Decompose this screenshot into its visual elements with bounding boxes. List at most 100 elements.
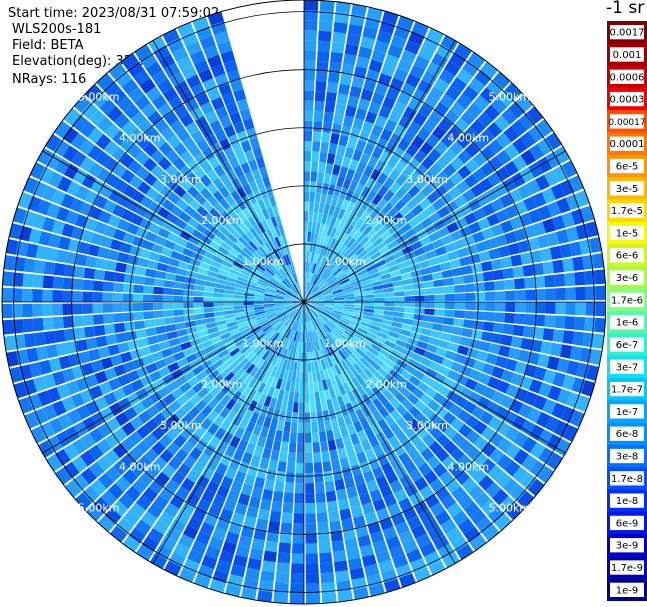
- range-gate: [504, 312, 516, 324]
- range-gate: [115, 332, 128, 344]
- range-gate: [163, 302, 174, 310]
- range-gate: [430, 330, 442, 339]
- range-gate: [336, 93, 349, 106]
- range-gate: [594, 269, 606, 285]
- range-gate: [83, 267, 96, 280]
- range-gate: [478, 340, 491, 352]
- range-gate: [174, 274, 186, 283]
- range-gate: [305, 503, 316, 514]
- range-gate: [43, 261, 56, 275]
- range-gate: [384, 302, 395, 307]
- range-gate: [320, 141, 330, 153]
- range-gate: [163, 316, 175, 325]
- range-gate: [113, 322, 126, 333]
- range-gate: [305, 523, 317, 534]
- range-gate: [103, 313, 114, 324]
- range-gate: [297, 422, 304, 433]
- range-gate: [103, 270, 116, 282]
- range-gate: [473, 320, 485, 331]
- range-gate: [333, 113, 344, 125]
- range-gate: [127, 339, 140, 351]
- range-gate: [22, 318, 34, 333]
- range-gate: [439, 261, 452, 271]
- range-gate: [93, 269, 106, 281]
- range-gate: [505, 290, 516, 301]
- range-gate: [136, 257, 149, 268]
- range-gate: [491, 332, 503, 345]
- range-gate: [364, 294, 375, 299]
- range-gate: [305, 513, 316, 524]
- range-gate: [286, 462, 296, 473]
- polar-ppi-plot: 1.00km 1.00km 1.00km 1.00km 2.00km 2.00km 2.00…: [1, 0, 606, 605]
- range-gate: [135, 266, 147, 276]
- range-gate: [510, 336, 523, 349]
- range-gate: [274, 429, 283, 442]
- range-gate: [73, 266, 86, 279]
- colorbar-tick-label: 1.7e-7: [611, 385, 643, 396]
- ring-label: 1.00km: [324, 337, 366, 350]
- range-gate: [328, 510, 340, 523]
- colorbar-tick-label: 0.00017: [608, 118, 645, 128]
- range-gate: [305, 543, 318, 554]
- range-gate: [339, 508, 352, 521]
- range-gate: [500, 256, 513, 269]
- range-gate: [260, 570, 275, 583]
- range-gate: [308, 372, 313, 383]
- range-gate: [444, 309, 455, 318]
- range-gate: [504, 279, 516, 290]
- range-gate: [304, 231, 308, 242]
- range-gate: [42, 275, 54, 289]
- range-gate: [295, 472, 304, 484]
- range-gate: [253, 302, 264, 305]
- range-gate: [287, 452, 296, 463]
- range-gate: [315, 70, 328, 82]
- range-gate: [334, 154, 344, 166]
- range-gate: [62, 290, 73, 302]
- range-gate: [565, 302, 576, 315]
- range-gate: [193, 290, 204, 297]
- range-gate: [468, 253, 481, 265]
- range-gate: [304, 161, 311, 172]
- range-gate: [281, 512, 293, 524]
- range-gate: [132, 293, 144, 302]
- range-gate: [282, 502, 294, 514]
- range-gate: [554, 273, 566, 287]
- range-gate: [330, 51, 344, 64]
- range-gate: [449, 258, 462, 269]
- range-gate: [153, 302, 164, 311]
- range-gate: [307, 231, 312, 242]
- range-gate: [515, 290, 526, 301]
- range-gate: [295, 462, 304, 474]
- range-gate: [364, 302, 375, 306]
- colorbar-tick-label: 3e-9: [616, 541, 639, 552]
- range-gate: [423, 280, 435, 289]
- range-gate: [268, 520, 281, 533]
- range-gate: [342, 115, 354, 128]
- range-gate: [321, 131, 331, 143]
- range-gate: [326, 81, 339, 94]
- range-gate: [554, 315, 566, 329]
- range-gate: [288, 442, 297, 453]
- range-gate: [494, 280, 505, 291]
- range-gate: [95, 257, 108, 270]
- range-gate: [319, 562, 334, 574]
- range-gate: [574, 271, 586, 286]
- range-gate: [514, 313, 526, 325]
- range-gate: [193, 296, 204, 302]
- range-gate: [464, 292, 476, 301]
- range-gate: [307, 221, 313, 232]
- range-gate: [312, 442, 321, 453]
- range-gate: [267, 428, 276, 440]
- range-gate: [291, 553, 304, 564]
- range-gate: [173, 288, 184, 296]
- range-gate: [102, 292, 113, 302]
- colorbar-tick-label: 3e-7: [616, 362, 639, 373]
- range-gate: [277, 461, 287, 473]
- range-gate: [313, 452, 322, 463]
- range-gate: [43, 330, 56, 345]
- range-gate: [304, 80, 315, 91]
- range-gate: [269, 510, 282, 523]
- range-gate: [92, 303, 103, 314]
- range-gate: [155, 325, 167, 335]
- range-gate: [444, 302, 455, 310]
